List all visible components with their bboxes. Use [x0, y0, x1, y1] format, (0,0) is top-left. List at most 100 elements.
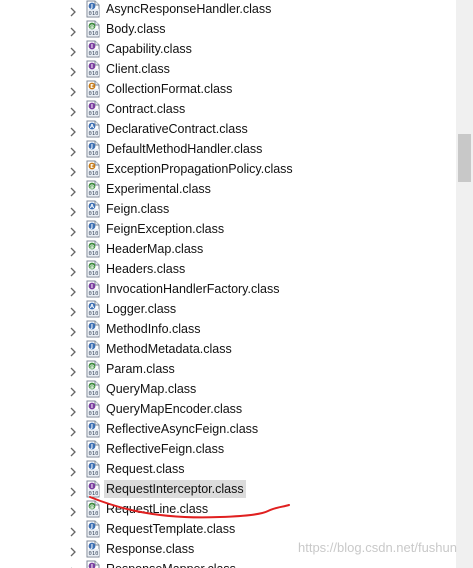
- scrollbar-thumb[interactable]: [458, 134, 471, 182]
- tree-item[interactable]: 010 J AsyncResponseHandler.class: [0, 0, 456, 19]
- tree-item[interactable]: 010 J MethodMetadata.class: [0, 339, 456, 359]
- chevron-right-icon[interactable]: [68, 524, 78, 537]
- tree-item[interactable]: 010 J MethodInfo.class: [0, 319, 456, 339]
- chevron-right-icon[interactable]: [68, 184, 78, 197]
- chevron-right-icon[interactable]: [68, 4, 78, 17]
- class-file-icon: 010 J: [84, 440, 102, 458]
- vertical-scrollbar[interactable]: [456, 0, 473, 568]
- chevron-right-icon[interactable]: [68, 244, 78, 257]
- tree-item-label: ReflectiveAsyncFeign.class: [106, 422, 259, 436]
- svg-text:010: 010: [89, 191, 99, 197]
- svg-text:010: 010: [89, 131, 99, 137]
- svg-text:A: A: [90, 304, 94, 310]
- chevron-right-icon[interactable]: [68, 464, 78, 477]
- tree-item[interactable]: 010 J DefaultMethodHandler.class: [0, 139, 456, 159]
- tree-item-label: RequestLine.class: [106, 502, 209, 516]
- interface-class-file-icon: 010I: [84, 100, 102, 118]
- chevron-right-icon[interactable]: [68, 164, 78, 177]
- tree-item[interactable]: 010 I RequestInterceptor.class: [0, 479, 456, 499]
- svg-text:010: 010: [89, 51, 99, 57]
- chevron-right-icon[interactable]: [68, 344, 78, 357]
- tree-item-label: Feign.class: [106, 202, 170, 216]
- enum-class-file-icon: 010 E: [84, 80, 102, 98]
- svg-text:010: 010: [89, 71, 99, 77]
- tree-item[interactable]: 010 A DeclarativeContract.class: [0, 119, 456, 139]
- tree-item-label: InvocationHandlerFactory.class: [106, 282, 280, 296]
- svg-text:@: @: [89, 184, 94, 190]
- watermark-text: https://blog.csdn.net/fushun: [298, 540, 457, 555]
- chevron-right-icon[interactable]: [68, 484, 78, 497]
- svg-text:J: J: [90, 344, 93, 350]
- tree-item-label: Contract.class: [106, 102, 186, 116]
- annotation-class-file-icon: 010 @: [84, 360, 102, 378]
- class-file-icon: 010 J: [84, 460, 102, 478]
- svg-text:010: 010: [89, 171, 99, 177]
- tree-item[interactable]: 010 @ QueryMap.class: [0, 379, 456, 399]
- chevron-right-icon[interactable]: [68, 284, 78, 297]
- svg-text:A: A: [90, 124, 94, 130]
- tree-item[interactable]: 010 @ Experimental.class: [0, 179, 456, 199]
- tree-item[interactable]: 010 I Client.class: [0, 59, 456, 79]
- tree-item[interactable]: 010 @ Body.class: [0, 19, 456, 39]
- chevron-right-icon[interactable]: [68, 104, 78, 117]
- tree-item[interactable]: 010 A Logger.class: [0, 299, 456, 319]
- tree-item-label: MethodMetadata.class: [106, 342, 232, 356]
- tree-item[interactable]: 010 J ReflectiveAsyncFeign.class: [0, 419, 456, 439]
- tree-item-label: QueryMap.class: [106, 382, 197, 396]
- svg-text:010: 010: [89, 291, 99, 297]
- tree-item[interactable]: 010 J FeignException.class: [0, 219, 456, 239]
- tree-item[interactable]: 010 J RequestTemplate.class: [0, 519, 456, 539]
- chevron-right-icon[interactable]: [68, 304, 78, 317]
- chevron-right-icon[interactable]: [68, 504, 78, 517]
- chevron-right-icon[interactable]: [68, 264, 78, 277]
- interface-class-file-icon: 010I: [84, 400, 102, 418]
- tree-item-label: DefaultMethodHandler.class: [106, 142, 263, 156]
- svg-text:010: 010: [89, 211, 99, 217]
- chevron-right-icon[interactable]: [68, 64, 78, 77]
- chevron-right-icon[interactable]: [68, 204, 78, 217]
- svg-text:010: 010: [89, 471, 99, 477]
- chevron-right-icon[interactable]: [68, 444, 78, 457]
- tree-item[interactable]: 010 E ExceptionPropagationPolicy.class: [0, 159, 456, 179]
- svg-text:I: I: [91, 104, 93, 110]
- chevron-right-icon[interactable]: [68, 144, 78, 157]
- chevron-right-icon[interactable]: [68, 84, 78, 97]
- tree-item-label: FeignException.class: [106, 222, 225, 236]
- annotation-class-file-icon: 010 @: [84, 180, 102, 198]
- interface-class-file-icon: 010I: [84, 480, 102, 498]
- tree-item[interactable]: 010 @ Headers.class: [0, 259, 456, 279]
- chevron-right-icon[interactable]: [68, 564, 78, 568]
- svg-text:010: 010: [89, 311, 99, 317]
- tree-item[interactable]: 010 @ Param.class: [0, 359, 456, 379]
- chevron-right-icon[interactable]: [68, 404, 78, 417]
- svg-text:J: J: [90, 424, 93, 430]
- svg-text:010: 010: [89, 491, 99, 497]
- chevron-right-icon[interactable]: [68, 44, 78, 57]
- chevron-right-icon[interactable]: [68, 24, 78, 37]
- tree-item[interactable]: 010 I QueryMapEncoder.class: [0, 399, 456, 419]
- svg-text:J: J: [90, 544, 93, 550]
- chevron-right-icon[interactable]: [68, 124, 78, 137]
- tree-item[interactable]: 010IResponseMapper.class: [0, 559, 456, 568]
- chevron-right-icon[interactable]: [68, 324, 78, 337]
- tree-item[interactable]: 010 A Feign.class: [0, 199, 456, 219]
- tree-item[interactable]: 010 I Contract.class: [0, 99, 456, 119]
- chevron-right-icon[interactable]: [68, 544, 78, 557]
- tree-item[interactable]: 010 J Request.class: [0, 459, 456, 479]
- tree-item-label: HeaderMap.class: [106, 242, 204, 256]
- tree-item[interactable]: 010 J ReflectiveFeign.class: [0, 439, 456, 459]
- chevron-right-icon[interactable]: [68, 364, 78, 377]
- chevron-right-icon[interactable]: [68, 384, 78, 397]
- tree-item[interactable]: 010 I InvocationHandlerFactory.class: [0, 279, 456, 299]
- tree-item[interactable]: 010 @ HeaderMap.class: [0, 239, 456, 259]
- chevron-right-icon[interactable]: [68, 424, 78, 437]
- tree-item-label: Param.class: [106, 362, 175, 376]
- svg-text:010: 010: [89, 351, 99, 357]
- package-explorer-tree: 010 J AsyncResponseHandler.class 010 @ Body.c…: [0, 0, 456, 568]
- class-file-icon: 010 J: [84, 320, 102, 338]
- tree-item[interactable]: 010 @ RequestLine.class: [0, 499, 456, 519]
- tree-item[interactable]: 010 I Capability.class: [0, 39, 456, 59]
- chevron-right-icon[interactable]: [68, 224, 78, 237]
- tree-item[interactable]: 010 E CollectionFormat.class: [0, 79, 456, 99]
- annotation-class-file-icon: 010 @: [84, 380, 102, 398]
